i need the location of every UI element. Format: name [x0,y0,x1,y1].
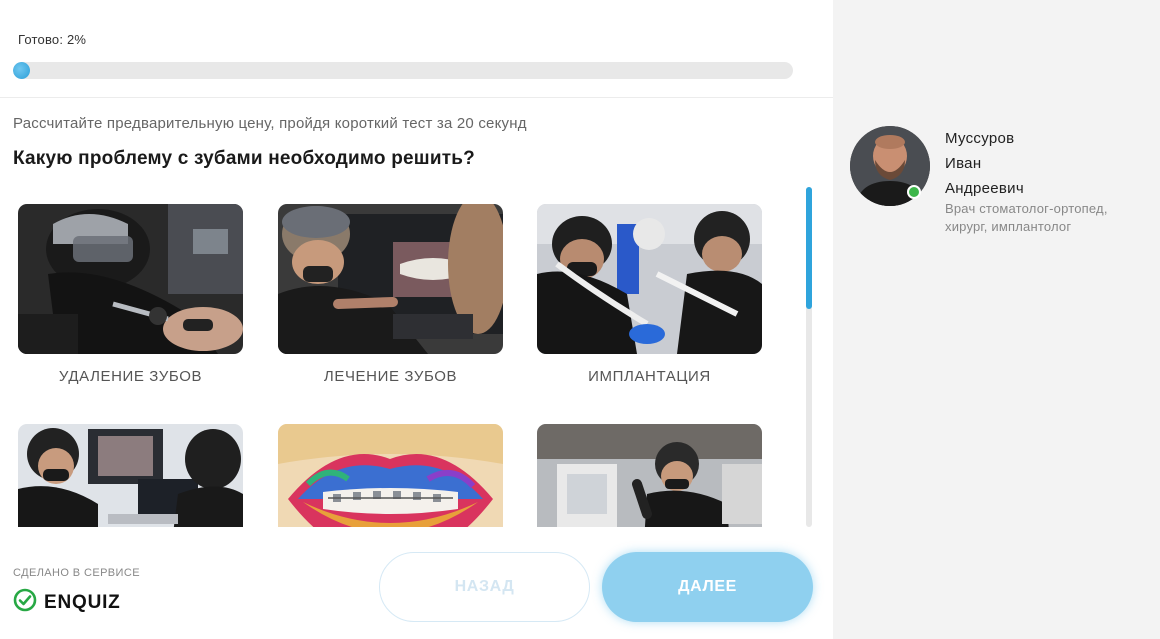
option-braces[interactable] [278,424,503,527]
option-implantation[interactable]: ИМПЛАНТАЦИЯ [537,204,762,385]
progress-section: Готово: 2% [0,0,833,98]
online-status-indicator [907,185,921,199]
doctor-surname: Муссуров [945,130,1015,147]
option-label: ИМПЛАНТАЦИЯ [588,368,711,385]
doctor-role-line: Врач стоматолог-ортопед, [945,201,1108,216]
options-grid: УДАЛЕНИЕ ЗУБОВ ЛЕЧЕНИЕ ЗУБОВ ИМПЛАНТАЦИЯ [0,186,800,527]
doctor-first-name: Иван [945,155,982,172]
option-image [278,424,503,527]
question-title: Какую проблему с зубами необходимо решит… [13,148,475,169]
doctor-patronymic: Андреевич [945,180,1024,197]
quiz-page: Готово: 2% Рассчитайте предварительную ц… [0,0,1160,639]
doctor-sidebar: Муссуров Иван Андреевич Врач стоматолог-… [833,0,1160,639]
option-image [537,204,762,354]
progress-bar [13,62,793,79]
quiz-main: Готово: 2% Рассчитайте предварительную ц… [0,0,833,639]
made-in-label: СДЕЛАНО В СЕРВИСЕ [13,567,140,579]
back-button[interactable]: НАЗАД [379,552,590,622]
option-label: УДАЛЕНИЕ ЗУБОВ [58,368,203,385]
quiz-subtitle: Рассчитайте предварительную цену, пройдя… [13,115,527,132]
doctor-name: Муссуров Иван Андреевич [945,126,1024,201]
brand-name: ENQUIZ [44,591,121,613]
progress-label: Готово: 2% [18,32,87,47]
options-scrollbar[interactable] [806,187,812,527]
option-diagnostics[interactable] [18,424,243,527]
next-button[interactable]: ДАЛЕЕ [602,552,813,622]
doctor-role: Врач стоматолог-ортопед, хирург, имплант… [945,200,1155,236]
check-circle-icon [13,588,37,617]
option-prosthetics[interactable] [537,424,762,527]
doctor-role-line: хирург, имплантолог [945,219,1072,234]
progress-fill [13,62,30,79]
option-label: ЛЕЧЕНИЕ ЗУБОВ [323,368,458,385]
option-image [18,424,243,527]
scrollbar-thumb[interactable] [806,187,812,309]
option-tooth-treatment[interactable]: ЛЕЧЕНИЕ ЗУБОВ [278,204,503,385]
enquiz-brand[interactable]: ENQUIZ [13,588,121,617]
option-image [537,424,762,527]
option-image [278,204,503,354]
option-image [18,204,243,354]
option-tooth-extraction[interactable]: УДАЛЕНИЕ ЗУБОВ [18,204,243,385]
